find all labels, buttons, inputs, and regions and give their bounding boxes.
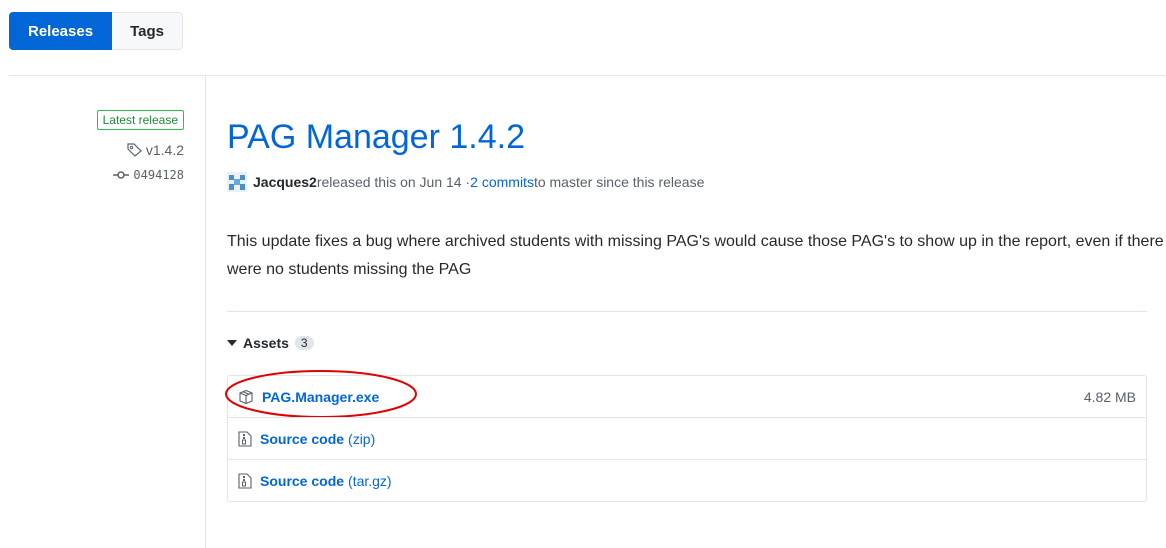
release-sidebar: Latest release v1.4.2 0494128 bbox=[96, 110, 184, 182]
asset-format[interactable]: (zip) bbox=[348, 431, 375, 447]
assets-counter: 3 bbox=[294, 336, 314, 350]
asset-row-zip[interactable]: Source code (zip) bbox=[228, 417, 1146, 459]
commit-link[interactable]: 0494128 bbox=[97, 168, 184, 182]
release-title[interactable]: PAG Manager 1.4.2 bbox=[227, 118, 525, 157]
header-divider bbox=[9, 75, 1166, 76]
commit-sha: 0494128 bbox=[133, 168, 184, 182]
caret-down-icon bbox=[227, 340, 237, 346]
released-text: released this on Jun 14 · bbox=[316, 174, 471, 190]
package-icon bbox=[239, 389, 253, 404]
file-zip-icon bbox=[238, 430, 252, 447]
commits-link[interactable]: 2 commits bbox=[470, 174, 534, 190]
asset-name[interactable]: Source code bbox=[260, 431, 344, 447]
release-tabs: Releases Tags bbox=[9, 12, 183, 50]
asset-row-exe[interactable]: PAG.Manager.exe 4.82 MB bbox=[225, 370, 1146, 418]
sidebar-divider bbox=[205, 75, 206, 548]
asset-name[interactable]: PAG.Manager.exe bbox=[262, 389, 379, 405]
assets-toggle[interactable]: Assets 3 bbox=[227, 335, 314, 351]
assets-list: PAG.Manager.exe 4.82 MB Source code (zip… bbox=[225, 370, 1147, 502]
release-author[interactable]: Jacques2 bbox=[253, 174, 317, 190]
latest-release-badge: Latest release bbox=[96, 110, 184, 130]
commits-suffix: to master since this release bbox=[533, 174, 705, 190]
file-zip-icon bbox=[238, 472, 252, 489]
asset-size: 4.82 MB bbox=[1083, 388, 1136, 405]
tab-tags[interactable]: Tags bbox=[112, 12, 183, 50]
avatar[interactable] bbox=[227, 172, 247, 192]
commit-icon bbox=[113, 171, 130, 179]
tab-releases[interactable]: Releases bbox=[9, 12, 113, 50]
assets-label: Assets bbox=[243, 335, 289, 351]
asset-format[interactable]: (tar.gz) bbox=[348, 473, 392, 489]
tag-icon bbox=[127, 143, 142, 157]
asset-name[interactable]: Source code bbox=[260, 473, 344, 489]
tag-name: v1.4.2 bbox=[145, 142, 184, 158]
tag-link[interactable]: v1.4.2 bbox=[97, 142, 184, 158]
assets-divider bbox=[227, 311, 1147, 312]
asset-row-targz[interactable]: Source code (tar.gz) bbox=[228, 459, 1146, 501]
release-meta: Jacques2 released this on Jun 14 · 2 com… bbox=[227, 172, 704, 192]
release-description: This update fixes a bug where archived s… bbox=[227, 233, 1164, 278]
